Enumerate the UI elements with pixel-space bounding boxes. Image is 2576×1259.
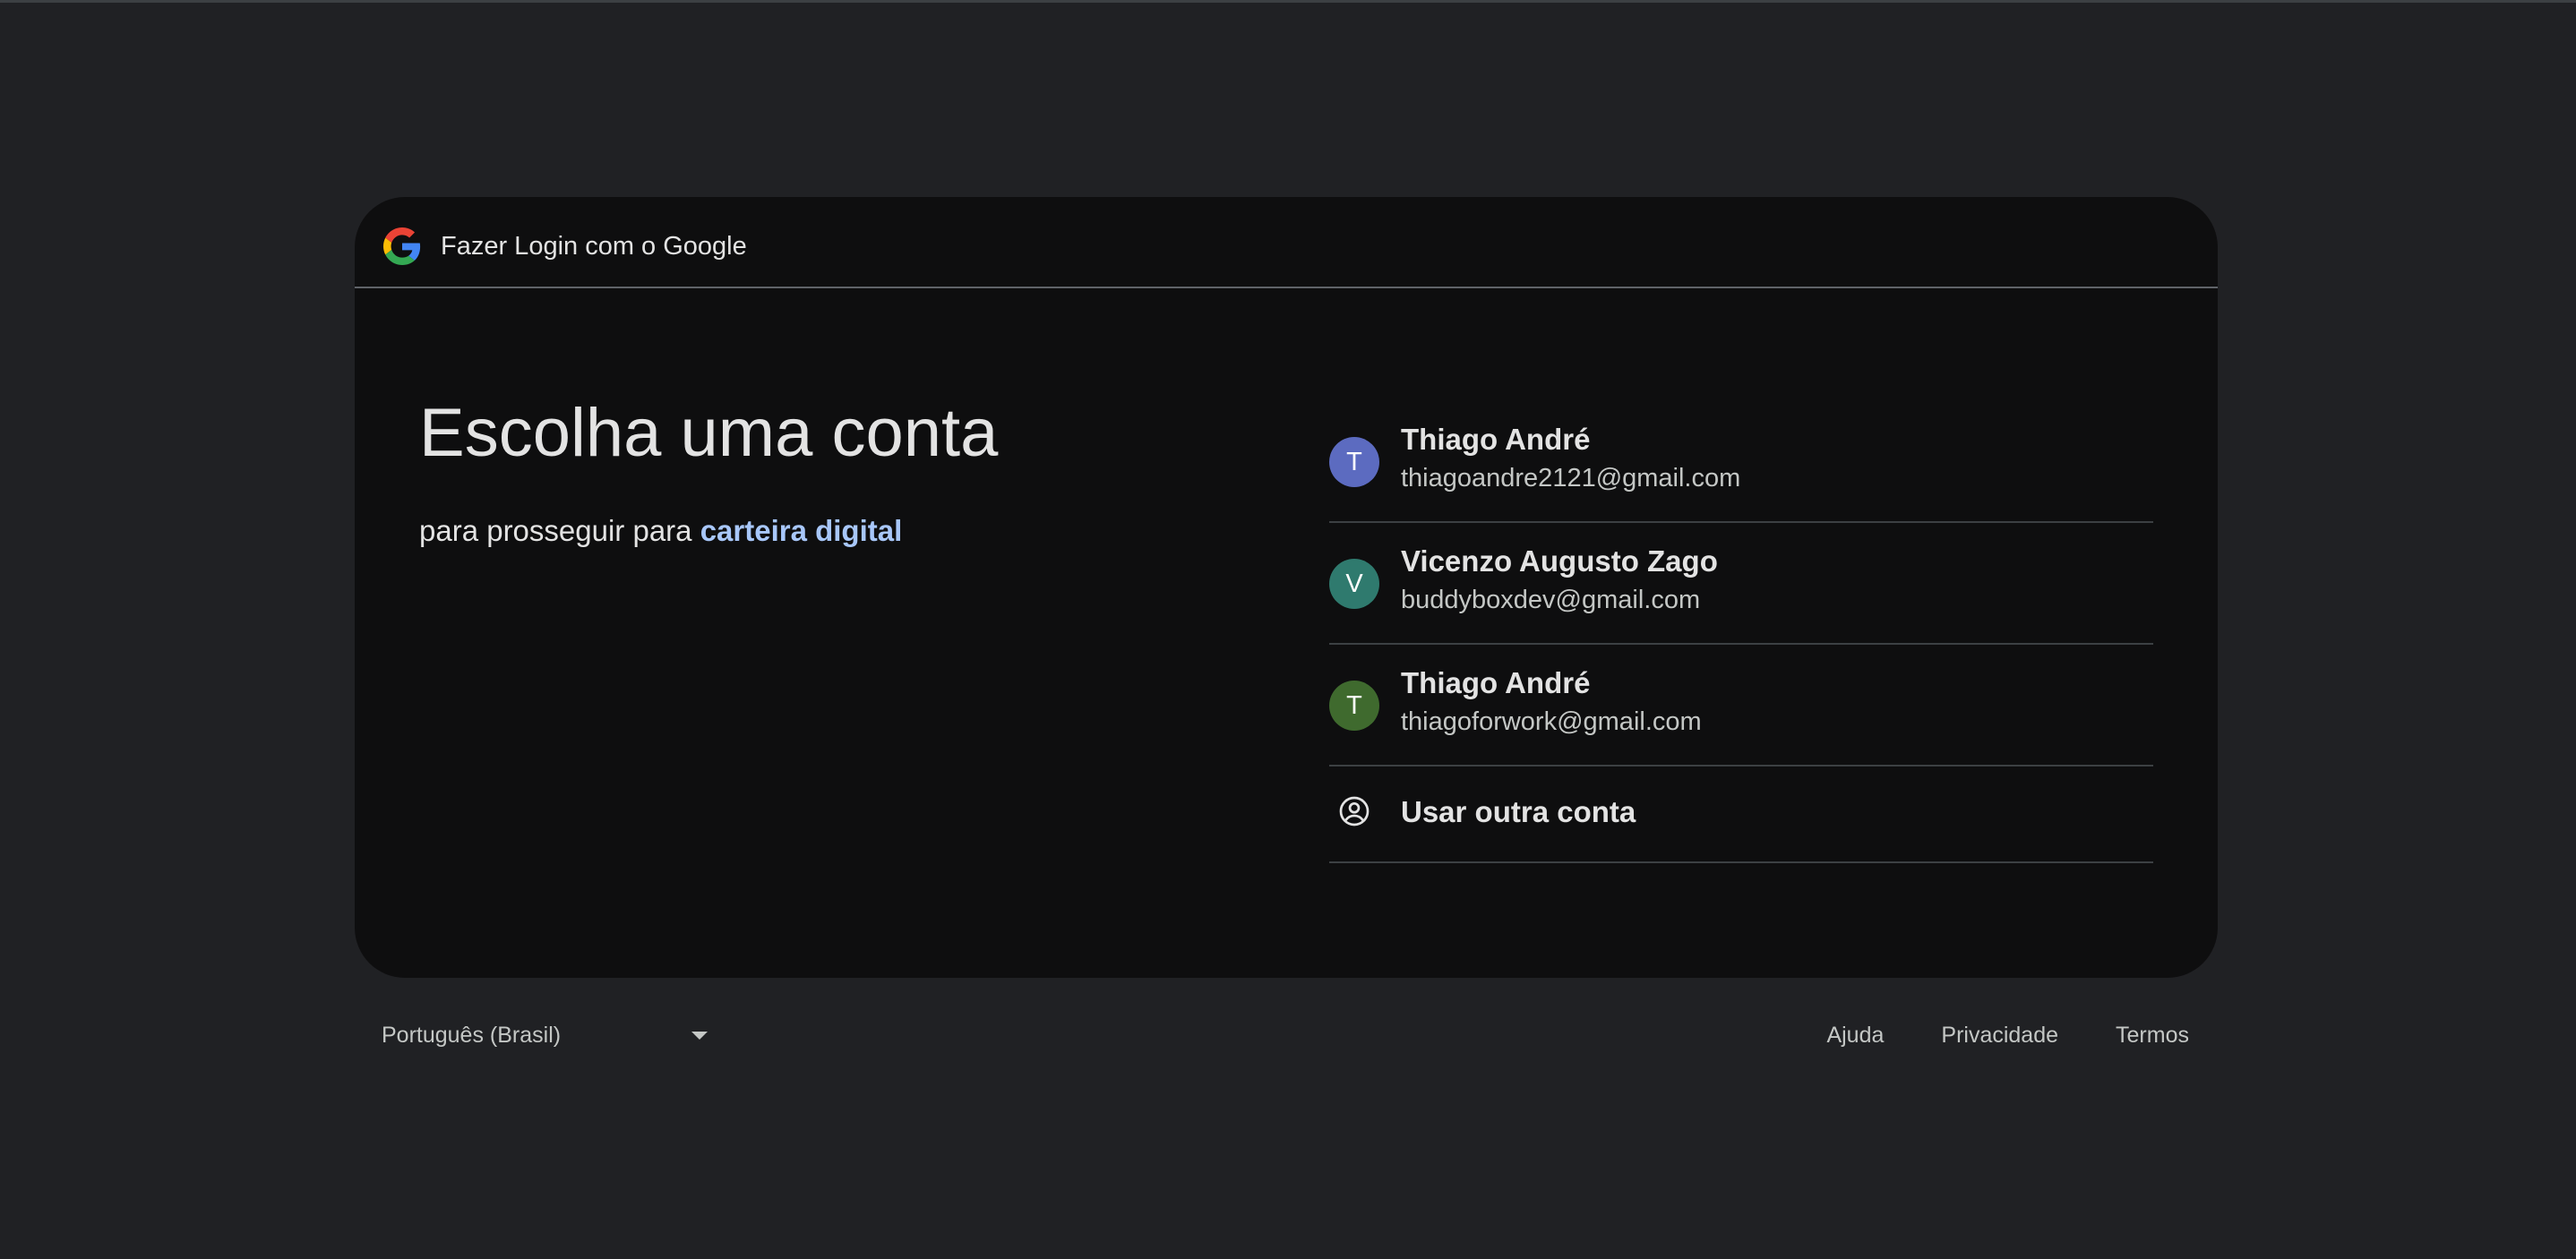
help-link[interactable]: Ajuda: [1826, 1019, 1884, 1051]
account-email: thiagoandre2121@gmail.com: [1401, 464, 1741, 492]
privacy-link[interactable]: Privacidade: [1941, 1019, 2058, 1051]
account-item[interactable]: V Vicenzo Augusto Zago buddyboxdev@gmail…: [1329, 523, 2153, 645]
footer: Português (Brasil) Ajuda Privacidade Ter…: [355, 1010, 2218, 1064]
subtitle-prefix: para prosseguir para: [419, 514, 700, 547]
use-another-account-button[interactable]: Usar outra conta: [1329, 767, 2153, 863]
avatar: T: [1329, 437, 1379, 487]
language-label: Português (Brasil): [382, 1023, 562, 1048]
sign-in-card: Fazer Login com o Google Escolha uma con…: [355, 197, 2218, 978]
app-name-link[interactable]: carteira digital: [700, 514, 903, 547]
avatar: V: [1329, 559, 1379, 609]
account-item[interactable]: T Thiago André thiagoandre2121@gmail.com: [1329, 401, 2153, 523]
language-select[interactable]: Português (Brasil): [382, 1010, 708, 1060]
account-name: Thiago André: [1401, 666, 1591, 699]
card-header: Fazer Login com o Google: [355, 197, 2218, 288]
account-name: Thiago André: [1401, 423, 1591, 456]
account-list: T Thiago André thiagoandre2121@gmail.com…: [1329, 401, 2153, 863]
window-top-border: [0, 0, 2576, 3]
account-item[interactable]: T Thiago André thiagoforwork@gmail.com: [1329, 645, 2153, 767]
google-g-icon: [383, 227, 421, 265]
use-another-account-label: Usar outra conta: [1401, 795, 1636, 828]
account-email: thiagoforwork@gmail.com: [1401, 707, 1702, 736]
account-name: Vicenzo Augusto Zago: [1401, 544, 1718, 578]
terms-link[interactable]: Termos: [2116, 1019, 2189, 1051]
account-circle-icon: [1339, 796, 1370, 826]
chevron-down-icon: [691, 1032, 708, 1040]
subtitle: para prosseguir para carteira digital: [419, 510, 902, 552]
footer-links: Ajuda Privacidade Termos: [1826, 1019, 2189, 1051]
account-email: buddyboxdev@gmail.com: [1401, 586, 1701, 614]
page-title: Escolha uma conta: [419, 395, 999, 471]
header-title: Fazer Login com o Google: [441, 232, 747, 261]
avatar: T: [1329, 681, 1379, 731]
